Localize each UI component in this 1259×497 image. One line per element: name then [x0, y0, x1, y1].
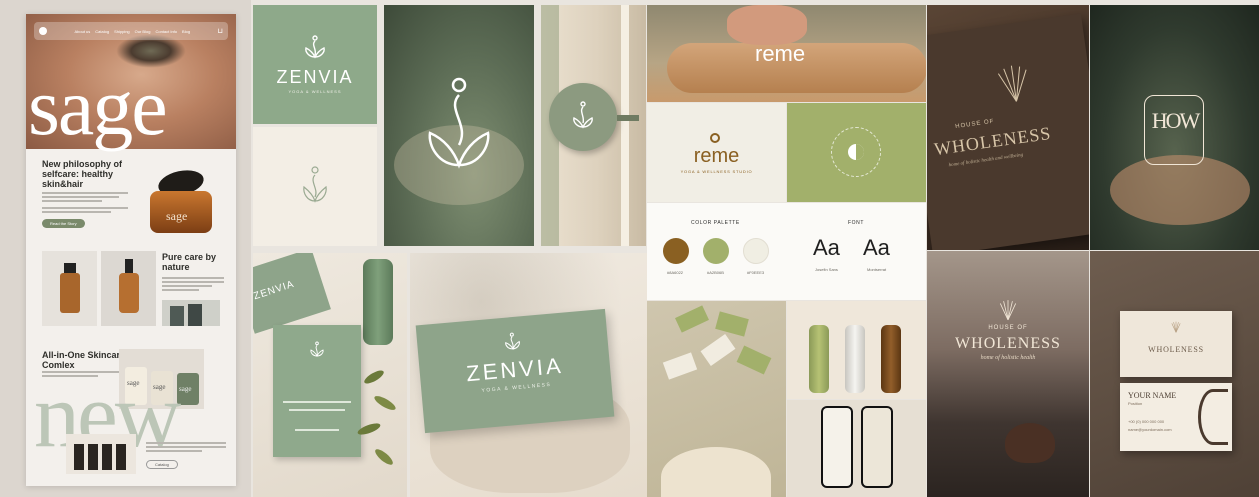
reme-brand-guide: COLOR PALETTE FONT #8A6022 #A2B06B #F0EE…: [647, 203, 926, 300]
reme-badge-tile: [787, 103, 926, 202]
card-house-of: HOUSE OF: [954, 118, 995, 131]
wholeness-business-cards-photo: WHOLENESS YOUR NAME Position +00 (0) 000…: [1090, 251, 1259, 497]
wholeness-card-photo: HOUSE OF WHOLENESS home of holistic heal…: [927, 5, 1089, 250]
bc-phone: +00 (0) 000 000 000: [1128, 419, 1165, 424]
swatch-label: #F0EEE3: [747, 270, 765, 275]
nav-link-about[interactable]: About us: [74, 29, 90, 34]
wholeness-water-hands-photo: HOW: [1090, 5, 1259, 250]
tube-product-photo: [162, 300, 220, 326]
font-name: Montserrat: [867, 267, 887, 272]
monogram-text: HOW: [1151, 108, 1201, 133]
card-wholeness: WHOLENESS: [932, 122, 1053, 160]
wholeness-dark-card: HOUSE OF WHOLENESS home of holistic heal…: [927, 13, 1089, 250]
read-story-button[interactable]: Read the Story: [42, 219, 85, 228]
swatch-cream: [743, 238, 769, 264]
poster-house-of: HOUSE OF: [988, 325, 1028, 331]
bc-pattern: [1198, 389, 1228, 445]
zenvia-stationery-photo: ZENVIA: [253, 253, 407, 497]
zenvia-hanging-sign-photo: [541, 5, 646, 246]
swatch-brown: [663, 238, 689, 264]
zenvia-logo-word: ZENVIA: [276, 67, 354, 87]
sage-landing-page: About us Catalog Shipping Our Blog Conta…: [26, 14, 236, 486]
phone-mockup: [821, 406, 853, 488]
swimmer-head: [1005, 423, 1055, 463]
swatch-label: #A2B06B: [707, 270, 724, 275]
section-title-philosophy: New philosophy of selfcare: healthy skin…: [42, 159, 122, 189]
nav-link-shipping[interactable]: Shipping: [114, 29, 130, 34]
lotus-figure-icon: [305, 35, 325, 59]
palm-leaf-icon: [997, 65, 1027, 102]
reme-mark-icon: [848, 144, 864, 160]
nav-link-contact[interactable]: Contact Info: [155, 29, 177, 34]
jar-label: sage: [166, 209, 188, 223]
mat-logo-word: reme: [755, 41, 806, 66]
font-sample-josefin: Aa: [813, 235, 840, 260]
reme-cards-photo: [647, 301, 786, 497]
section-paragraph: [42, 192, 128, 213]
lotus-figure-icon: [428, 77, 490, 169]
poster-wholeness: WHOLENESS: [955, 335, 1061, 352]
sage-hero-image: About us Catalog Shipping Our Blog Conta…: [26, 14, 236, 149]
serum-bottle-photo: [42, 251, 97, 326]
reme-logo-tile: reme YOGA & WELLNESS STUDIO: [647, 103, 786, 202]
nav-link-blog[interactable]: Our Blog: [135, 29, 151, 34]
swatch-label: #8A6022: [667, 270, 684, 275]
phone-mockup: [861, 406, 893, 488]
lotus-figure-icon: [310, 341, 324, 358]
wholeness-ocean-photo: HOUSE OF WHOLENESS home of holistic heal…: [927, 251, 1089, 497]
bc-your-name: YOUR NAME: [1128, 391, 1177, 400]
footer-paragraph: [146, 442, 226, 452]
tote-bag: [661, 447, 771, 497]
reme-bottles-photo: [787, 301, 926, 399]
dark-bottles-photo: [66, 434, 136, 474]
nav-link-extra[interactable]: Blog: [182, 29, 190, 34]
palm-leaf-icon: [1171, 321, 1181, 333]
sage-brand-word: sage: [28, 61, 168, 152]
reme-yoga-mat-photo: reme: [647, 5, 926, 102]
section-title-pure-care: Pure care by nature: [162, 252, 217, 272]
lotus-figure-icon: [505, 332, 520, 351]
catalog-button[interactable]: Catalog: [146, 460, 178, 469]
font-title: FONT: [848, 220, 865, 226]
poster-subtitle: home of holistic health: [980, 355, 1036, 361]
lotus-figure-icon: [303, 166, 327, 203]
sage-logo-icon[interactable]: [39, 27, 47, 35]
bc-email: name@yourdomain.com: [1128, 427, 1172, 432]
business-card-back: YOUR NAME Position +00 (0) 000 000 000 n…: [1120, 383, 1232, 451]
zenvia-business-card: ZENVIA YOGA & WELLNESS: [415, 308, 615, 434]
cream-jar-image: sage: [144, 166, 224, 239]
bc-position: Position: [1128, 401, 1143, 406]
font-name: Josefin Sans: [815, 267, 838, 272]
palette-title: COLOR PALETTE: [691, 220, 740, 226]
pump-bottle-photo: [101, 251, 156, 326]
sage-navbar: About us Catalog Shipping Our Blog Conta…: [34, 22, 228, 40]
zenvia-card-photo: ZENVIA YOGA & WELLNESS: [410, 253, 647, 497]
font-sample-montserrat: Aa: [863, 235, 890, 260]
palm-leaf-icon: [999, 300, 1017, 321]
water-bottle: [363, 259, 393, 345]
zenvia-tagline: YOGA & WELLNESS: [288, 89, 342, 94]
reme-mark-icon: [710, 133, 720, 143]
nav-link-catalog[interactable]: Catalog: [95, 29, 109, 34]
zenvia-logo-cream-tile: [253, 127, 377, 246]
hands: [727, 5, 807, 45]
business-card-front: WHOLENESS: [1120, 311, 1232, 377]
reme-logo-tagline: YOGA & WELLNESS STUDIO: [680, 169, 753, 174]
monogram-frame: HOW: [1144, 95, 1204, 165]
pure-care-paragraph: [162, 277, 224, 291]
lotus-figure-icon: [573, 101, 593, 129]
round-sign: [549, 83, 617, 151]
product-label: sage: [179, 385, 192, 393]
sage-website-mockup: About us Catalog Shipping Our Blog Conta…: [0, 0, 251, 497]
cart-icon[interactable]: ⊔: [218, 27, 223, 35]
hands: [1110, 155, 1250, 225]
olive-branch: [343, 363, 407, 493]
reme-logo-word: reme: [693, 145, 740, 167]
yoga-meditation-photo: [384, 5, 534, 246]
reme-phones-photo: [787, 400, 926, 497]
swatch-green: [703, 238, 729, 264]
zenvia-logo-green-tile: ZENVIA YOGA & WELLNESS: [253, 5, 377, 124]
bc-wholeness: WHOLENESS: [1148, 345, 1204, 354]
